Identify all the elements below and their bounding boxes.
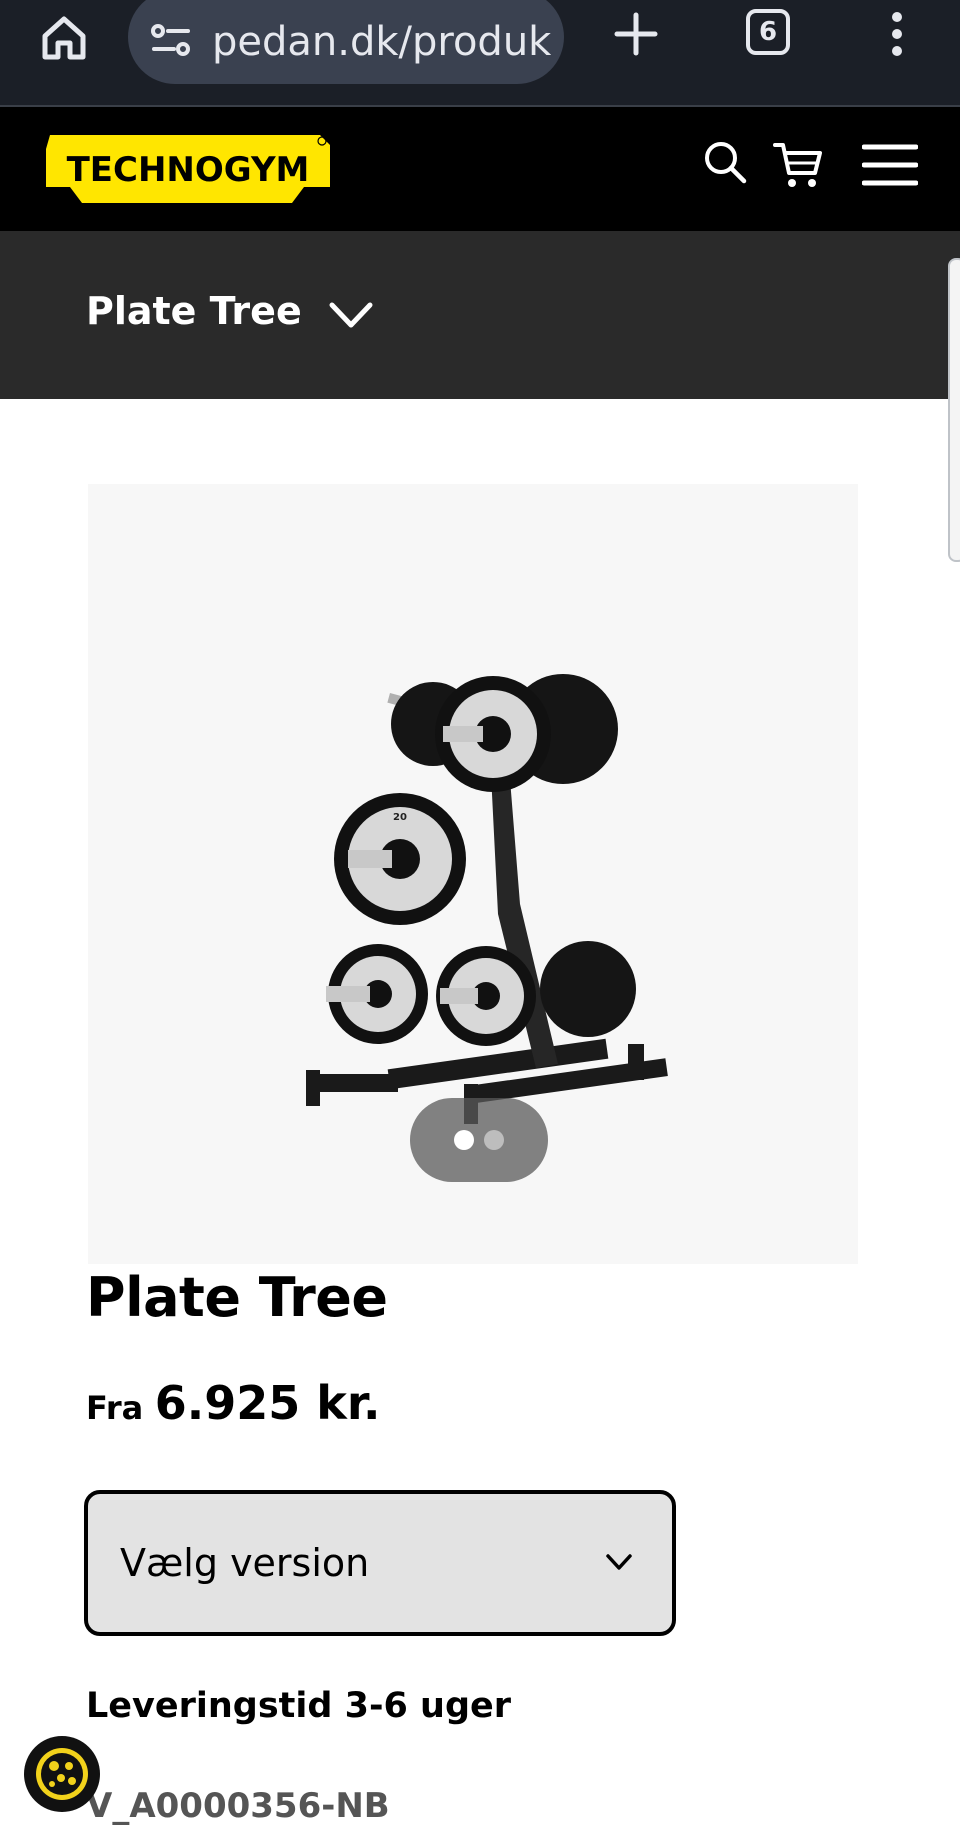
site-header: TECHNOGYM (0, 107, 960, 231)
chevron-down-icon[interactable] (604, 1550, 634, 1574)
gallery-pager[interactable] (410, 1098, 548, 1182)
delivery-time: Leveringstid 3-6 uger (86, 1686, 512, 1726)
page-scrollbar[interactable] (948, 258, 960, 562)
sub-nav-title[interactable]: Plate Tree (86, 289, 302, 333)
chevron-down-icon[interactable] (328, 295, 374, 335)
tabs-icon[interactable]: 6 (738, 2, 798, 62)
address-bar[interactable]: pedan.dk/produk (128, 0, 564, 84)
price-prefix: Fra (86, 1389, 144, 1427)
category-sub-nav[interactable]: Plate Tree (0, 231, 960, 399)
product-sku: V_A0000356-NB (86, 1786, 390, 1826)
logo-text: TECHNOGYM (67, 150, 310, 190)
price: Fra 6.925 kr. (86, 1376, 380, 1430)
product-title: Plate Tree (86, 1266, 388, 1329)
version-select-label[interactable]: Vælg version (120, 1541, 369, 1585)
tab-count: 6 (746, 9, 790, 55)
cookie-icon (36, 1748, 88, 1800)
cookie-settings-button[interactable] (24, 1736, 100, 1812)
version-select[interactable]: Vælg version (84, 1490, 676, 1636)
price-value: 6.925 kr. (154, 1376, 381, 1430)
pager-dot-1[interactable] (454, 1130, 474, 1150)
site-settings-icon[interactable] (148, 20, 194, 64)
hamburger-menu-icon[interactable] (860, 137, 920, 193)
browser-toolbar: pedan.dk/produk 6 (0, 0, 960, 107)
cart-icon[interactable] (770, 137, 826, 193)
home-icon[interactable] (34, 8, 94, 68)
product-gallery[interactable]: 20 (88, 484, 858, 1264)
kebab-menu-icon[interactable] (872, 4, 922, 64)
url-text[interactable]: pedan.dk/produk (212, 19, 551, 65)
svg-text:20: 20 (393, 812, 407, 823)
new-tab-plus-icon[interactable] (606, 4, 666, 64)
pager-dot-2[interactable] (484, 1130, 504, 1150)
search-icon[interactable] (700, 137, 750, 187)
technogym-logo[interactable]: TECHNOGYM (42, 129, 338, 209)
